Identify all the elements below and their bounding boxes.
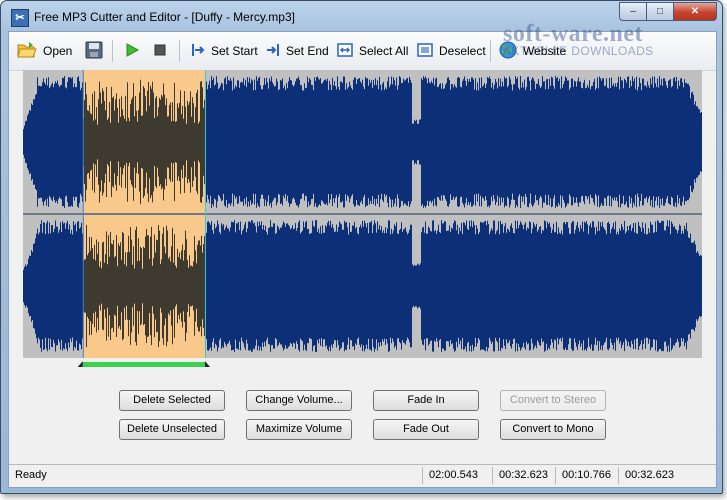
deselect-button[interactable]: Deselect: [417, 39, 486, 63]
set-end-button[interactable]: Set End: [266, 39, 329, 63]
selection-end-handle[interactable]: [204, 361, 210, 367]
website-button[interactable]: Website: [499, 39, 566, 63]
set-start-icon: [191, 43, 205, 60]
toolbar-separator: [179, 40, 180, 62]
status-selection-start: 00:32.623: [492, 467, 561, 484]
fade-in-button[interactable]: Fade In: [373, 390, 479, 411]
close-button[interactable]: ✕: [673, 2, 717, 21]
toolbar: Open Set Start Set End Select All Desele…: [9, 32, 716, 71]
maximize-button[interactable]: □: [646, 2, 674, 21]
channel-divider: [23, 213, 702, 215]
fade-out-button[interactable]: Fade Out: [373, 419, 479, 440]
status-selection-length: 00:10.766: [555, 467, 624, 484]
status-total-duration: 02:00.543: [422, 467, 491, 484]
select-all-icon: [337, 42, 353, 60]
set-start-button[interactable]: Set Start: [191, 39, 258, 63]
set-end-label: Set End: [286, 44, 329, 58]
toolbar-separator: [490, 40, 491, 62]
play-icon: [125, 42, 140, 60]
convert-to-mono-button[interactable]: Convert to Mono: [500, 419, 606, 440]
maximize-volume-button[interactable]: Maximize Volume: [246, 419, 352, 440]
globe-icon: [499, 41, 517, 62]
minimize-button[interactable]: –: [619, 2, 647, 21]
change-volume-button[interactable]: Change Volume...: [246, 390, 352, 411]
caption-buttons: – □ ✕: [619, 2, 717, 21]
convert-to-stereo-button[interactable]: Convert to Stereo: [500, 390, 606, 411]
save-button[interactable]: [85, 39, 109, 63]
select-all-button[interactable]: Select All: [337, 39, 408, 63]
open-label: Open: [43, 44, 73, 58]
title-bar[interactable]: ✂ Free MP3 Cutter and Editor - [Duffy - …: [1, 1, 722, 31]
app-window: ✂ Free MP3 Cutter and Editor - [Duffy - …: [0, 0, 723, 494]
select-all-label: Select All: [359, 44, 409, 58]
stop-icon: [154, 44, 166, 59]
selection-start-line: [82, 70, 84, 358]
waveform-view[interactable]: [23, 70, 702, 358]
toolbar-separator: [112, 40, 113, 62]
selection-ruler[interactable]: [23, 358, 702, 367]
play-button[interactable]: [125, 39, 145, 63]
open-button[interactable]: Open: [17, 39, 72, 63]
app-icon[interactable]: ✂: [11, 9, 29, 27]
deselect-icon: [417, 42, 433, 60]
save-icon: [85, 41, 103, 62]
open-folder-icon: [17, 41, 37, 62]
selection-end-line: [204, 70, 206, 358]
waveform-canvas[interactable]: [23, 70, 702, 358]
status-ready: Ready: [15, 469, 47, 481]
selection-range-bar[interactable]: [82, 362, 205, 367]
set-start-label: Set Start: [211, 44, 258, 58]
website-label: Website: [523, 44, 567, 58]
selection-start-handle[interactable]: [77, 361, 83, 367]
delete-selected-button[interactable]: Delete Selected: [119, 390, 225, 411]
delete-unselected-button[interactable]: Delete Unselected: [119, 419, 225, 440]
status-selection-end: 00:32.623: [618, 467, 687, 484]
deselect-label: Deselect: [439, 44, 486, 58]
set-end-icon: [266, 43, 280, 60]
window-title: Free MP3 Cutter and Editor - [Duffy - Me…: [34, 10, 295, 24]
status-bar: Ready 02:00.543 00:32.623 00:10.766 00:3…: [9, 464, 716, 487]
stop-button[interactable]: [154, 39, 172, 63]
client-area: Open Set Start Set End Select All Desele…: [8, 31, 717, 488]
